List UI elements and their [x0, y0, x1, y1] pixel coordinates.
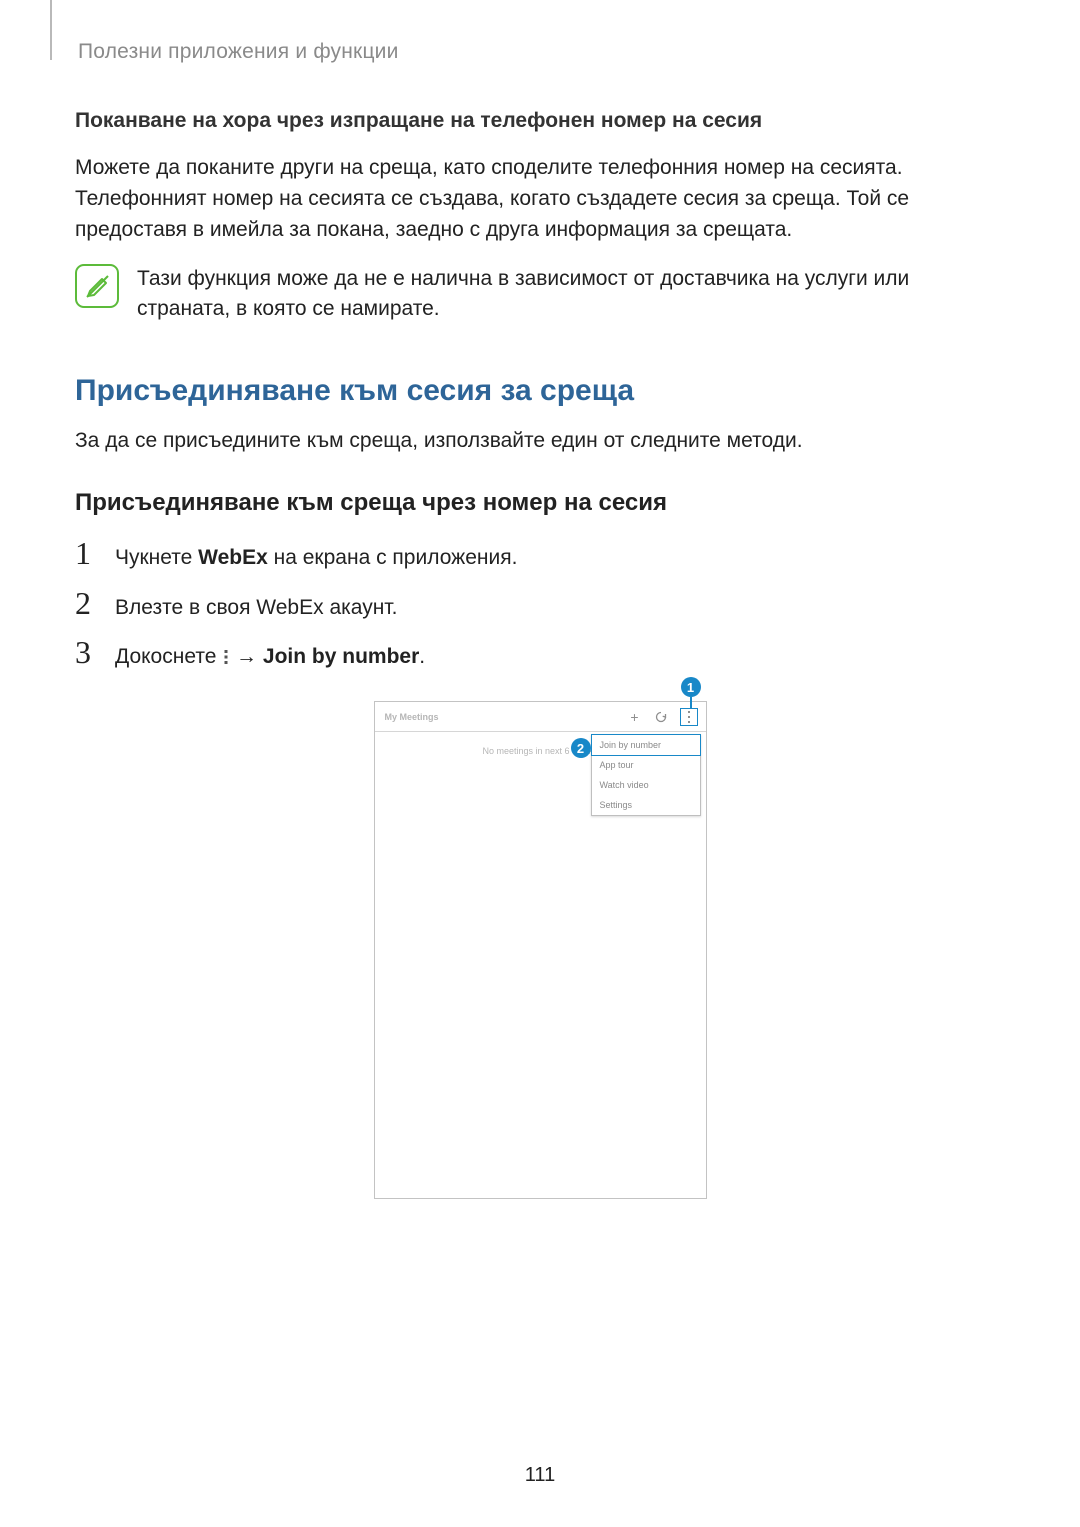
section-invite-by-phone-heading: Поканване на хора чрез изпращане на теле… [75, 109, 1005, 133]
step-1: 1 Чукнете WebEx на екрана с приложения. [75, 535, 1005, 572]
callout-1: 1 [681, 677, 701, 697]
menu-item-join-by-number[interactable]: Join by number [591, 734, 701, 756]
menu-item-watch-video[interactable]: Watch video [592, 775, 700, 795]
step-text-fragment: Докоснете [115, 645, 222, 668]
step-text-bold: Join by number [263, 645, 419, 668]
steps-list: 1 Чукнете WebEx на екрана с приложения. … [75, 535, 1005, 671]
menu-item-app-tour[interactable]: App tour [592, 755, 700, 775]
step-text-bold: WebEx [198, 546, 268, 569]
webex-screenshot: My Meetings + No meetings in next 6 week… [374, 701, 707, 1199]
step-text-fragment: Чукнете [115, 546, 198, 569]
step-text-fragment: на екрана с приложения. [268, 546, 518, 569]
step-text: Влезте в своя WebEx акаунт. [115, 593, 397, 622]
note-block: Тази функция може да не е налична в зави… [75, 264, 1005, 325]
screenshot-title: My Meetings [385, 712, 439, 722]
screenshot-dropdown: Join by number App tour Watch video Sett… [591, 734, 701, 816]
more-options-icon [223, 649, 229, 665]
section-join-title: Присъединяване към сесия за среща [75, 374, 1005, 408]
step-text: Докоснете → Join by number. [115, 642, 425, 671]
screenshot-toolbar-icons: + [628, 708, 698, 726]
callout-line [690, 697, 692, 708]
note-text: Тази функция може да не е налична в зави… [137, 264, 1005, 325]
page-header: Полезни приложения и функции [78, 40, 1005, 64]
page-number: 111 [0, 1464, 1080, 1487]
section-join-intro: За да се присъедините към среща, използв… [75, 426, 1005, 457]
step-number: 1 [75, 535, 97, 572]
screenshot-wrapper: 1 2 My Meetings + No meetings in next 6 … [374, 701, 707, 1199]
section-join-by-number-heading: Присъединяване към среща чрез номер на с… [75, 489, 1005, 517]
callout-2: 2 [571, 738, 591, 758]
more-options-button[interactable] [680, 708, 698, 726]
step-3: 3 Докоснете → Join by number. [75, 634, 1005, 671]
step-number: 3 [75, 634, 97, 671]
screenshot-topbar: My Meetings + [375, 702, 706, 732]
note-icon [75, 264, 119, 308]
refresh-icon[interactable] [654, 710, 668, 724]
step-2: 2 Влезте в своя WebEx акаунт. [75, 585, 1005, 622]
add-icon[interactable]: + [628, 710, 642, 724]
section-invite-by-phone-body: Можете да поканите други на среща, като … [75, 153, 1005, 246]
step-text-fragment: . [419, 645, 425, 668]
step-text: Чукнете WebEx на екрана с приложения. [115, 543, 517, 572]
step-number: 2 [75, 585, 97, 622]
step-text-fragment: → [230, 645, 263, 668]
menu-item-settings[interactable]: Settings [592, 795, 700, 815]
